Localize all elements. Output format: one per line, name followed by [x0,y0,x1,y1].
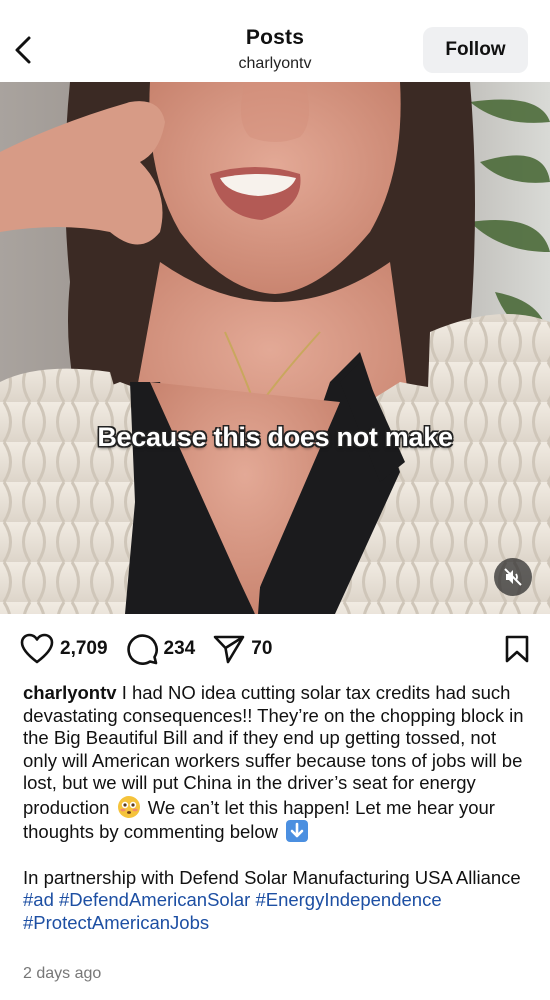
save-button[interactable] [504,634,530,664]
hashtag-link[interactable]: #EnergyIndependence [255,889,441,910]
flushed-face-emoji [117,795,141,819]
share-icon [213,635,245,664]
mute-button[interactable] [494,558,532,596]
share-button[interactable]: 70 [213,634,272,664]
video-frame-illustration [0,82,550,614]
hashtag-link[interactable]: #ad [23,889,54,910]
post-caption: charlyontv I had NO idea cutting solar t… [23,682,530,934]
like-button[interactable]: 2,709 [20,633,108,665]
post-timestamp: 2 days ago [23,965,102,982]
action-bar: 2,709 234 70 [20,628,530,670]
bookmark-icon [505,635,529,663]
heart-icon [20,633,54,664]
comment-icon [126,634,158,665]
hashtag-link[interactable]: #ProtectAmericanJobs [23,912,209,933]
video-subtitle: Because this does not make [97,422,453,452]
shares-count[interactable]: 70 [251,638,272,660]
hashtag-link[interactable]: #DefendAmericanSolar [59,889,250,910]
caption-username[interactable]: charlyontv [23,682,117,703]
partnership-paragraph: In partnership with Defend Solar Manufac… [23,867,530,935]
down-arrow-emoji [285,819,309,843]
comments-count[interactable]: 234 [164,638,196,660]
likes-count[interactable]: 2,709 [60,638,108,660]
post-video[interactable]: Because this does not make [0,82,550,614]
post-header: Posts charlyontv Follow [0,0,550,82]
speaker-muted-icon [504,568,522,586]
comment-button[interactable]: 234 [126,633,196,665]
partnership-text: In partnership with Defend Solar Manufac… [23,866,521,888]
caption-paragraph: charlyontv I had NO idea cutting solar t… [23,682,530,844]
follow-button[interactable]: Follow [423,27,528,73]
